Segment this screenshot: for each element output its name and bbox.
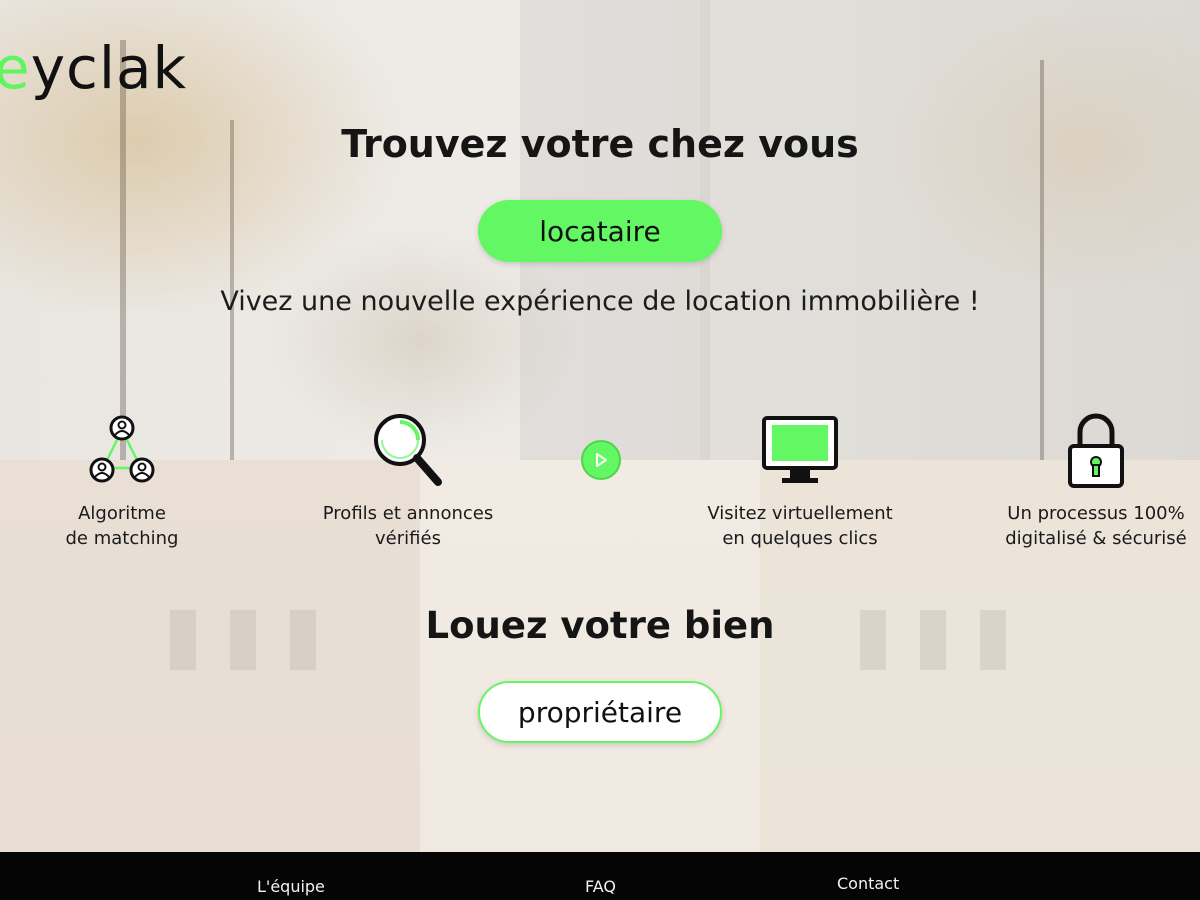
feature-label-line: Algoritme bbox=[78, 503, 166, 524]
tenant-button[interactable]: locataire bbox=[478, 200, 722, 262]
building-silhouette bbox=[700, 0, 1200, 460]
feature-virtual-visit: Visitez virtuellement en quelques clics bbox=[690, 410, 910, 551]
feature-matching: Algoritme de matching bbox=[12, 410, 232, 551]
footer-link-team[interactable]: L'équipe bbox=[257, 877, 325, 896]
feature-label-line: digitalisé & sécurisé bbox=[1005, 528, 1187, 549]
feature-label: Profils et annonces vérifiés bbox=[298, 501, 518, 551]
hero-title-rest: votre chez vous bbox=[507, 122, 859, 166]
monitor-icon bbox=[762, 416, 838, 483]
owner-title-rest: votre bien bbox=[547, 604, 775, 647]
feature-label-line: de matching bbox=[65, 528, 179, 549]
owner-title: Louez votre bien bbox=[0, 604, 1200, 647]
brand-logo[interactable]: eyclak bbox=[0, 34, 187, 102]
footer-link-contact[interactable]: Contact bbox=[837, 874, 899, 893]
network-icon bbox=[89, 415, 155, 483]
logo-wordmark: yclak bbox=[30, 34, 188, 102]
footer: L'équipe FAQ Contact bbox=[0, 852, 1200, 900]
feature-secure-process: Un processus 100% digitalisé & sécurisé bbox=[986, 410, 1200, 551]
padlock-icon bbox=[1068, 413, 1124, 488]
hero-title: Trouvez votre chez vous bbox=[0, 122, 1200, 166]
feature-label: Visitez virtuellement en quelques clics bbox=[690, 501, 910, 551]
owner-button[interactable]: propriétaire bbox=[478, 681, 722, 743]
feature-label: Un processus 100% digitalisé & sécurisé bbox=[986, 501, 1200, 551]
tree-trunk bbox=[1040, 60, 1044, 460]
feature-label-line: Visitez virtuellement bbox=[707, 503, 893, 524]
play-icon bbox=[596, 453, 607, 467]
play-video-button[interactable] bbox=[581, 440, 621, 480]
feature-label: Algoritme de matching bbox=[12, 501, 232, 551]
feature-label-line: en quelques clics bbox=[722, 528, 878, 549]
feature-verified: Profils et annonces vérifiés bbox=[298, 410, 518, 551]
tree-trunk bbox=[120, 40, 126, 460]
logo-accent-letter: e bbox=[0, 34, 31, 102]
feature-label-line: Un processus 100% bbox=[1007, 503, 1185, 524]
feature-label-line: Profils et annonces bbox=[322, 503, 494, 524]
feature-label-line: vérifiés bbox=[375, 528, 441, 549]
hero-tagline: Vivez une nouvelle expérience de locatio… bbox=[220, 286, 980, 317]
hero-title-bold: Trouvez bbox=[341, 122, 508, 166]
owner-title-bold: Louez bbox=[425, 604, 548, 647]
magnifier-icon bbox=[374, 414, 442, 486]
footer-link-faq[interactable]: FAQ bbox=[585, 877, 616, 896]
